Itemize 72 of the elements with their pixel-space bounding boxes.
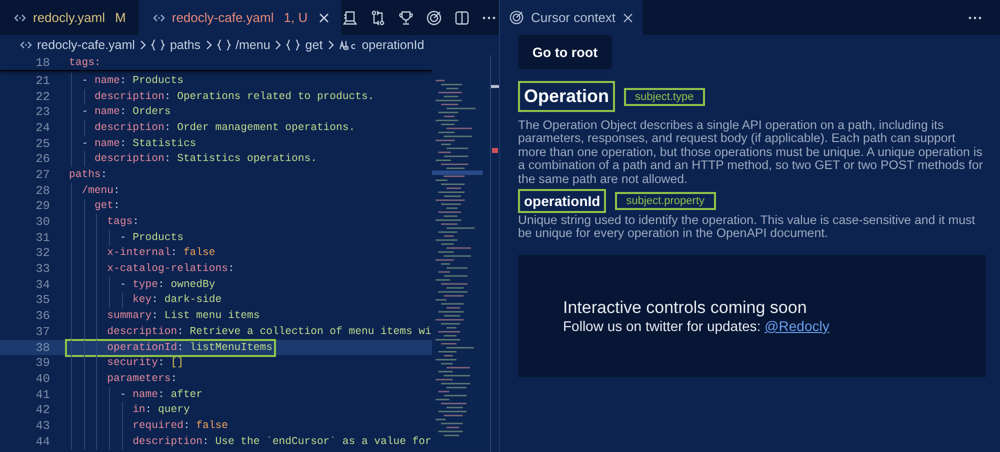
- line-number: 18: [34, 56, 51, 70]
- line-number: 30: [34, 215, 51, 230]
- editor-tab[interactable]: redocly-cafe.yaml 1, U: [138, 0, 342, 35]
- line-number: 41: [34, 388, 51, 402]
- code-line: get:: [93, 200, 121, 212]
- code-line: in: query: [132, 404, 191, 416]
- code-line: - name: Products: [80, 74, 184, 87]
- code-line: tags:: [106, 216, 140, 228]
- line-number: 36: [34, 309, 51, 324]
- line-number: 25: [34, 136, 51, 151]
- code-line: description: Order management operations.: [93, 122, 356, 134]
- notice-text: Follow us on twitter for updates:: [563, 318, 761, 334]
- line-number: 43: [34, 418, 51, 433]
- tab-label: redocly.yaml: [33, 10, 106, 25]
- line-number: 34: [34, 278, 51, 292]
- code-line: - name: Statistics: [80, 138, 198, 150]
- panel-tab[interactable]: Cursor context: [500, 0, 643, 35]
- line-number: 32: [34, 246, 51, 260]
- code-line: x-catalog-relations:: [106, 263, 236, 276]
- tab-status: 1, U: [284, 10, 308, 25]
- line-number: 27: [34, 168, 51, 182]
- line-number: 21: [34, 74, 51, 88]
- code-line: paths:: [68, 168, 108, 181]
- code-line: operationId: listMenuItems: [68, 342, 274, 354]
- breadcrumb-item[interactable]: get: [305, 38, 323, 52]
- line-number: 35: [34, 293, 51, 308]
- code-line: /menu:: [80, 184, 121, 197]
- code-line: required: false: [132, 420, 229, 432]
- line-number: 31: [34, 230, 51, 245]
- line-number: 23: [34, 105, 51, 120]
- section-title: Operation: [518, 81, 616, 112]
- line-number: 37: [34, 324, 51, 339]
- code-line: security: []: [106, 357, 184, 370]
- code-line: x-internal: false: [106, 247, 216, 260]
- code-line: parameters:: [106, 372, 178, 385]
- code-line: description: Statistics operations.: [93, 153, 318, 166]
- line-number: 26: [34, 152, 51, 166]
- line-number: 38: [34, 340, 51, 355]
- go-to-root-button[interactable]: Go to root: [518, 35, 612, 69]
- line-number: 44: [34, 434, 51, 449]
- section-description: The Operation Object describes a single API operation on a path, including its parameters, responses, and request body (if applicable). Each path can support more than one operation, but those operations must be unique. A unique operation is a combination of a path and an HTTP method, so two GET or two POST methods for the same path are not allowed.: [518, 119, 984, 186]
- breadcrumb-item[interactable]: operationId: [362, 38, 424, 52]
- tab-label: Cursor context: [531, 10, 616, 25]
- line-number: 42: [34, 403, 51, 418]
- line-number: 39: [34, 356, 51, 370]
- breadcrumb-item[interactable]: paths: [170, 38, 201, 52]
- twitter-link[interactable]: @Redocly: [764, 318, 830, 334]
- annotation-label: subject.property: [615, 192, 716, 210]
- code-line: - name: after: [118, 388, 204, 401]
- notice-title: Interactive controls coming soon: [563, 298, 808, 318]
- code-line: key: dark-side: [132, 294, 223, 306]
- section-description: Unique string used to identify the operation. This value is case-sensitive and it must be unique for every operation in the OpenAPI document.: [518, 214, 976, 241]
- code-line: tags:: [68, 56, 102, 68]
- line-number: 33: [34, 262, 51, 276]
- code-line: - type: ownedBy: [118, 278, 216, 291]
- breadcrumb-item[interactable]: redocly-cafe.yaml: [37, 38, 135, 52]
- line-number: 22: [34, 90, 51, 104]
- breadcrumb-item[interactable]: /menu: [236, 38, 270, 52]
- section-title: operationId: [518, 189, 606, 214]
- tab-status: M: [115, 10, 126, 25]
- code-line: description: Operations related to products.: [93, 90, 376, 103]
- code-line: summary: List menu items: [106, 310, 261, 322]
- code-line: description: Retrieve a collection of menu items wi: [106, 326, 432, 338]
- line-number: 29: [34, 199, 51, 214]
- line-number: 28: [34, 184, 51, 198]
- tab-label: redocly-cafe.yaml: [172, 10, 274, 25]
- code-line: - name: Orders: [80, 106, 172, 118]
- line-number: 24: [34, 120, 51, 135]
- code-line: description: Use the `endCursor` as a value for: [132, 436, 432, 448]
- code-line: - Products: [118, 232, 184, 244]
- annotation-label: subject.type: [624, 88, 705, 106]
- line-number: 40: [34, 372, 51, 386]
